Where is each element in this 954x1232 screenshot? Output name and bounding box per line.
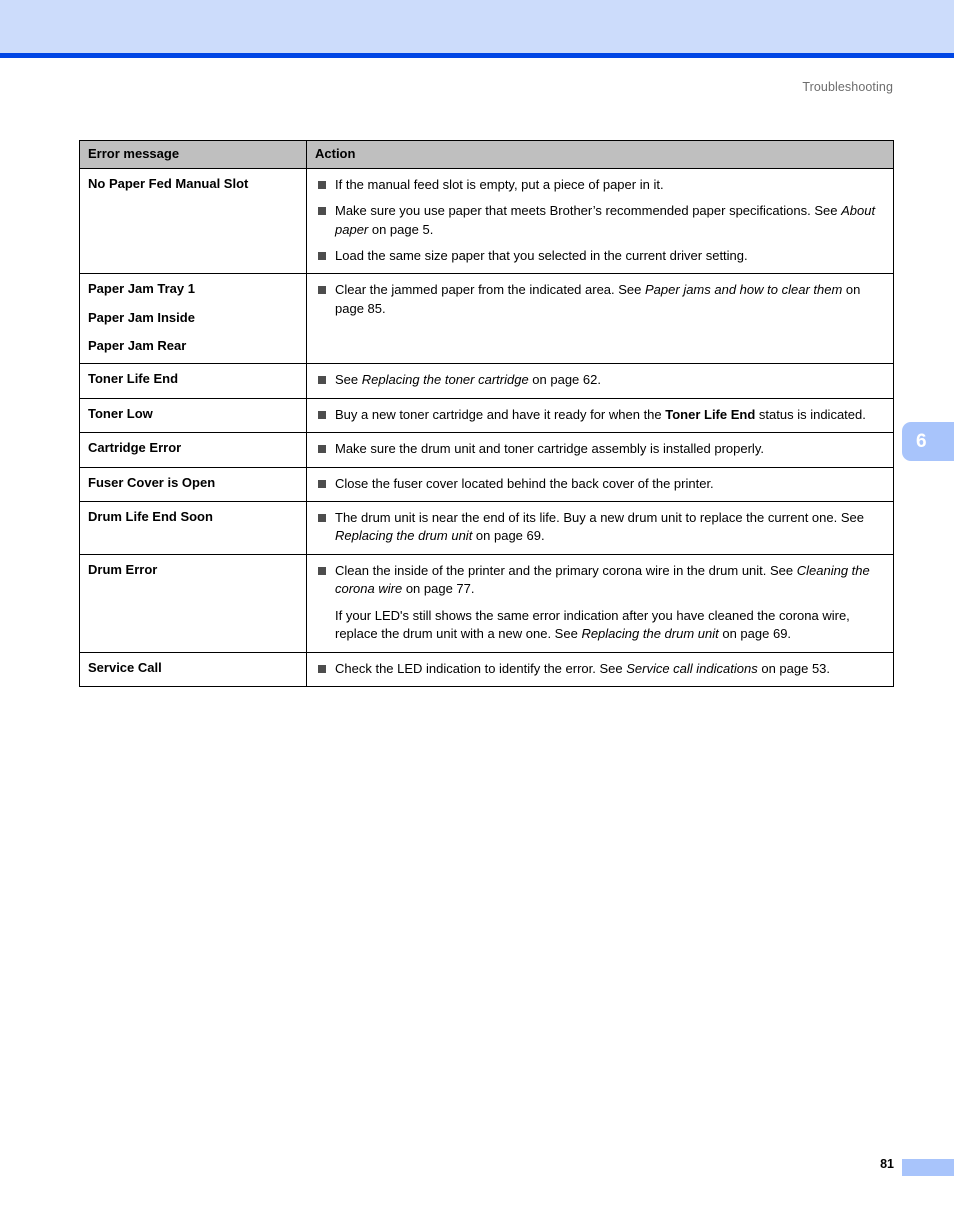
cell-error-message: Drum Error (79, 553, 307, 653)
bullet-square-icon (318, 410, 326, 419)
bullet-square-icon (318, 664, 326, 673)
bullet-square-icon (318, 180, 326, 189)
table-row: Drum Life End Soon The drum unit is near … (79, 500, 894, 555)
error-message-label: Cartridge Error (88, 440, 182, 456)
action-text: on page 69. (718, 626, 792, 642)
bullet-square-icon (318, 513, 326, 522)
cell-action: Check the LED indication to identify the… (306, 651, 894, 688)
action-text: Make sure you use paper that meets Broth… (335, 203, 842, 219)
action-bullet-item: Clear the jammed paper from the indicate… (317, 281, 883, 318)
action-bullet-item: Check the LED indication to identify the… (317, 660, 883, 678)
error-message-label: Drum Life End Soon (88, 508, 213, 524)
cell-error-message: Cartridge Error (79, 432, 307, 468)
action-text: Make sure the drum unit and toner cartri… (335, 441, 764, 457)
action-text: Clean the inside of the printer and the … (335, 562, 797, 578)
bullet-square-icon (318, 479, 326, 488)
chapter-number: 6 (916, 430, 927, 452)
error-message-label: Drum Error (88, 561, 158, 577)
cell-error-message: Drum Life End Soon (79, 500, 307, 555)
cell-action: Clear the jammed paper from the indicate… (306, 273, 894, 365)
action-text: Check the LED indication to identify the… (335, 660, 627, 676)
error-message-label: Toner Life End (88, 371, 179, 387)
table-row: Cartridge Error Make sure the drum unit a… (79, 432, 894, 468)
action-text: on page 62. (528, 372, 601, 388)
action-text: status is indicated. (755, 406, 866, 422)
table-row: Toner Life End See Replacing the toner ca… (79, 363, 894, 399)
error-message-label: Paper Jam Rear (88, 337, 187, 353)
error-message-label: Toner Low (88, 405, 153, 421)
cell-action: The drum unit is near the end of its lif… (306, 500, 894, 555)
footer-page-number: 81 (880, 1157, 894, 1171)
action-continuation-text: If your LED's still shows the same error… (317, 607, 883, 644)
cell-error-message: Paper Jam Tray 1 Paper Jam Inside Paper Ja… (79, 273, 307, 365)
action-text: Load the same size paper that you select… (335, 247, 748, 263)
cross-reference-title: Paper jams and how to clear them (645, 282, 843, 298)
table-header: Error message Action (79, 140, 894, 169)
page-header-rule (0, 53, 954, 58)
bullet-square-icon (318, 376, 326, 385)
error-message-label: Paper Jam Tray 1 (88, 281, 195, 297)
error-message-label: No Paper Fed Manual Slot (88, 175, 249, 191)
table-body: No Paper Fed Manual Slot If the manual fe… (79, 167, 894, 688)
action-text: The drum unit is near the end of its lif… (335, 509, 864, 525)
cell-action: Make sure the drum unit and toner cartri… (306, 432, 894, 468)
table-header-row: Error message Action (79, 140, 894, 169)
cell-error-message: Fuser Cover is Open (79, 466, 307, 502)
action-text: on page 69. (472, 528, 545, 544)
table-row: Drum Error Clean the inside of the printe… (79, 553, 894, 653)
cell-error-message: Toner Life End (79, 363, 307, 399)
table-row: No Paper Fed Manual Slot If the manual fe… (79, 167, 894, 275)
footer-block (902, 1159, 954, 1176)
cell-error-message: Toner Low (79, 397, 307, 434)
cross-reference-title: Service call indications (626, 660, 758, 676)
action-text: Buy a new toner cartridge and have it re… (335, 406, 666, 422)
running-head: Troubleshooting (802, 80, 893, 94)
action-text: on page 5. (368, 221, 434, 237)
bullet-square-icon (318, 207, 326, 216)
cell-action: See Replacing the toner cartridge on pag… (306, 363, 894, 399)
table-row: Fuser Cover is Open Close the fuser cover… (79, 466, 894, 502)
table-row: Paper Jam Tray 1 Paper Jam Inside Paper Ja… (79, 273, 894, 365)
bullet-square-icon (318, 566, 326, 575)
bullet-square-icon (318, 286, 326, 295)
page-header-band (0, 0, 954, 53)
action-text: on page 77. (402, 581, 475, 597)
cell-action: Close the fuser cover located behind the… (306, 466, 894, 502)
action-text: See (335, 372, 362, 388)
cell-action: If the manual feed slot is empty, put a … (306, 167, 894, 275)
chapter-tab: 6 (902, 422, 954, 461)
bullet-square-icon (318, 445, 326, 454)
action-bullet-item: Make sure you use paper that meets Broth… (317, 202, 883, 239)
cell-error-message: No Paper Fed Manual Slot (79, 167, 307, 275)
cell-error-message: Service Call (79, 651, 307, 688)
action-text: Close the fuser cover located behind the… (335, 475, 714, 491)
action-bullet-item: Make sure the drum unit and toner cartri… (317, 440, 883, 458)
column-header-action: Action (306, 140, 894, 169)
emphasis-status-name: Toner Life End (665, 406, 756, 422)
column-header-error-message: Error message (79, 140, 307, 169)
error-message-label: Service Call (88, 659, 162, 675)
action-text: If the manual feed slot is empty, put a … (335, 176, 664, 192)
error-message-action-table: Error message Action No Paper Fed Manual… (79, 140, 894, 688)
action-bullet-item: Buy a new toner cartridge and have it re… (317, 406, 883, 424)
action-bullet-item: The drum unit is near the end of its lif… (317, 509, 883, 546)
bullet-square-icon (318, 251, 326, 260)
action-bullet-item: See Replacing the toner cartridge on pag… (317, 371, 883, 389)
error-message-label: Fuser Cover is Open (88, 474, 216, 490)
cross-reference-title: Replacing the toner cartridge (361, 372, 529, 388)
cell-action: Buy a new toner cartridge and have it re… (306, 397, 894, 434)
action-text: on page 53. (757, 660, 831, 676)
table-row: Service Call Check the LED indication to … (79, 651, 894, 688)
error-message-label: Paper Jam Inside (88, 309, 195, 325)
action-bullet-item: Clean the inside of the printer and the … (317, 562, 883, 599)
action-text: Clear the jammed paper from the indicate… (335, 282, 646, 298)
action-bullet-item: Close the fuser cover located behind the… (317, 475, 883, 493)
cell-action: Clean the inside of the printer and the … (306, 553, 894, 653)
action-bullet-item: If the manual feed slot is empty, put a … (317, 176, 883, 194)
action-bullet-item: Load the same size paper that you select… (317, 247, 883, 265)
cross-reference-title: Replacing the drum unit (335, 528, 473, 544)
table-row: Toner Low Buy a new toner cartridge and h… (79, 397, 894, 434)
cross-reference-title: Replacing the drum unit (581, 626, 719, 642)
